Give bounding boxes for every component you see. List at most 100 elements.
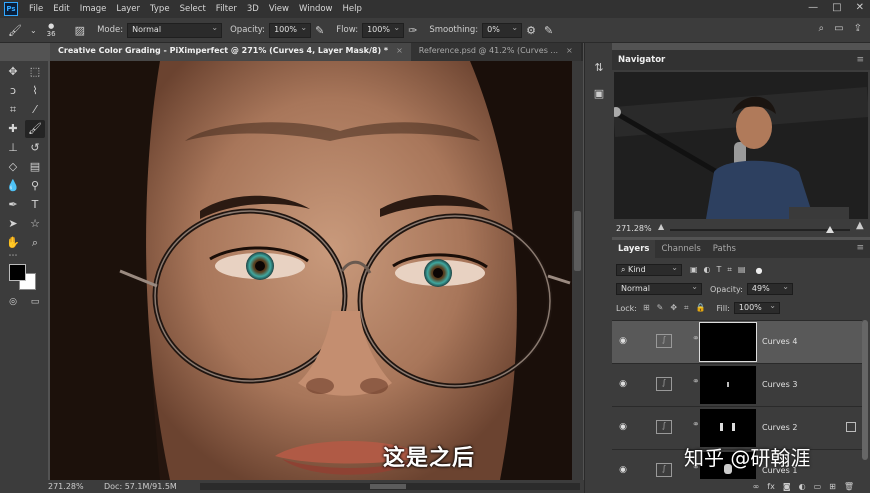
move-tool-icon[interactable]: ✥: [3, 63, 23, 81]
gear-icon[interactable]: ⚙: [526, 24, 536, 37]
more-tools-icon[interactable]: ⋯: [3, 247, 23, 265]
gradient-tool-icon[interactable]: ▤: [25, 158, 45, 176]
layer-fill-field[interactable]: 100%: [733, 301, 780, 314]
path-select-tool-icon[interactable]: ➤: [3, 215, 23, 233]
layer-style-icon[interactable]: fx: [767, 482, 775, 491]
eraser-tool-icon[interactable]: ◇: [3, 158, 23, 176]
layer-mask-thumbnail[interactable]: [699, 322, 757, 362]
navigator-title[interactable]: Navigator: [618, 55, 665, 65]
brush-tool-icon[interactable]: 🖌: [8, 24, 22, 37]
lock-icons[interactable]: ⊞✎✥⌗🔒: [643, 303, 713, 313]
document-canvas[interactable]: [50, 61, 572, 480]
scroll-thumb[interactable]: [574, 211, 581, 271]
layer-mask-thumbnail[interactable]: [700, 366, 756, 404]
opacity-field[interactable]: 100%: [269, 22, 312, 38]
add-mask-icon[interactable]: ◙: [783, 482, 791, 491]
visibility-eye-icon[interactable]: ◉: [617, 336, 629, 346]
link-chain-icon[interactable]: ⚭: [692, 334, 700, 344]
navigator-zoom-value[interactable]: 271.28%: [616, 224, 652, 233]
tab-creative-color-grading[interactable]: Creative Color Grading - PiXimperfect @ …: [50, 43, 411, 61]
horizontal-scrollbar[interactable]: [200, 483, 580, 490]
navigator-zoom-slider[interactable]: [670, 226, 850, 233]
history-brush-tool-icon[interactable]: ↺: [25, 139, 45, 157]
type-tool-icon[interactable]: T: [25, 196, 45, 214]
airbrush-icon[interactable]: ✑: [408, 24, 417, 37]
layer-name[interactable]: Curves 4: [762, 337, 797, 346]
zoom-out-icon[interactable]: ▲: [658, 222, 664, 231]
menu-help[interactable]: Help: [338, 4, 367, 14]
layer-row-curves-3[interactable]: ◉ ∫ ⚭ Curves 3: [612, 363, 862, 406]
eyedropper-tool-icon[interactable]: ⁄: [25, 101, 45, 119]
filter-toggle-icon[interactable]: ●: [756, 266, 763, 275]
menu-edit[interactable]: Edit: [48, 4, 74, 14]
blend-mode-select[interactable]: Normal: [616, 282, 702, 295]
new-layer-icon[interactable]: ⊞: [829, 482, 836, 491]
share-icon[interactable]: ⇪: [854, 23, 862, 34]
panel-menu-icon[interactable]: ≡: [856, 243, 864, 253]
clone-stamp-tool-icon[interactable]: ⊥: [3, 139, 23, 157]
tab-paths[interactable]: Paths: [707, 240, 742, 258]
close-window-button[interactable]: ✕: [856, 2, 864, 13]
layer-opacity-field[interactable]: 49%: [746, 282, 793, 295]
mode-select[interactable]: Normal: [127, 22, 223, 38]
quick-select-tool-icon[interactable]: ⌇: [25, 82, 45, 100]
quick-mask-icon[interactable]: ◎: [3, 293, 23, 311]
status-zoom-field[interactable]: 271.28%: [48, 482, 84, 491]
adjustment-layer-icon[interactable]: ◐: [799, 482, 806, 491]
visibility-eye-icon[interactable]: ◉: [617, 379, 629, 389]
tab-layers[interactable]: Layers: [612, 240, 656, 258]
menu-3d[interactable]: 3D: [242, 4, 264, 14]
menu-image[interactable]: Image: [75, 4, 112, 14]
trash-icon[interactable]: 🗑: [844, 482, 854, 491]
zoom-in-icon[interactable]: ▲: [856, 220, 864, 231]
link-chain-icon[interactable]: ⚭: [692, 377, 700, 387]
menu-window[interactable]: Window: [294, 4, 338, 14]
visibility-eye-icon[interactable]: ◉: [617, 465, 629, 475]
scroll-thumb[interactable]: [370, 484, 406, 489]
brush-preset-picker[interactable]: ● 36: [41, 18, 71, 43]
dodge-tool-icon[interactable]: ⚲: [25, 177, 45, 195]
filter-type-icons[interactable]: ▣◐T⌗▤: [690, 265, 752, 275]
menu-file[interactable]: File: [24, 4, 48, 14]
smoothing-field[interactable]: 0%: [482, 22, 523, 38]
link-chain-icon[interactable]: ⚭: [692, 420, 700, 430]
workspace-icon[interactable]: ▭: [834, 23, 843, 34]
brush-settings-icon[interactable]: ▨: [75, 24, 85, 37]
tab-channels[interactable]: Channels: [655, 240, 706, 258]
menu-view[interactable]: View: [264, 4, 294, 14]
history-panel-icon[interactable]: ⇅: [591, 61, 607, 75]
layer-name[interactable]: Curves 3: [762, 380, 797, 389]
visibility-eye-icon[interactable]: ◉: [617, 422, 629, 432]
chevron-down-icon[interactable]: ⌄: [30, 26, 37, 35]
menu-type[interactable]: Type: [145, 4, 175, 14]
pen-tool-icon[interactable]: ✒: [3, 196, 23, 214]
tab-reference[interactable]: Reference.psd @ 41.2% (Curves ... ×: [410, 43, 581, 61]
panel-menu-icon[interactable]: ≡: [856, 55, 864, 65]
menu-layer[interactable]: Layer: [111, 4, 145, 14]
tab-close-icon[interactable]: ×: [566, 46, 573, 55]
zoom-tool-icon[interactable]: ⌕: [25, 234, 45, 252]
search-icon[interactable]: ⌕: [819, 23, 825, 34]
menu-filter[interactable]: Filter: [211, 4, 242, 14]
link-layers-icon[interactable]: ∞: [753, 482, 760, 491]
new-group-icon[interactable]: ▭: [814, 482, 822, 491]
screen-mode-icon[interactable]: ▭: [25, 293, 45, 311]
menu-select[interactable]: Select: [175, 4, 211, 14]
foreground-color-swatch[interactable]: [9, 264, 26, 281]
blur-tool-icon[interactable]: 💧: [3, 177, 23, 195]
healing-brush-tool-icon[interactable]: ✚: [3, 120, 23, 138]
flow-field[interactable]: 100%: [362, 22, 405, 38]
slider-knob[interactable]: [826, 226, 834, 233]
vertical-scrollbar[interactable]: [572, 61, 583, 480]
navigator-thumbnail[interactable]: [614, 72, 868, 219]
pressure-opacity-icon[interactable]: ✎: [315, 24, 324, 37]
lasso-tool-icon[interactable]: ↄ: [3, 82, 23, 100]
layer-row-curves-4[interactable]: ◉ ∫ ⚭ Curves 4: [612, 320, 862, 363]
minimize-button[interactable]: —: [808, 2, 818, 13]
layer-name[interactable]: Curves 2: [762, 423, 797, 432]
tab-close-icon[interactable]: ×: [396, 46, 403, 55]
properties-panel-icon[interactable]: ▣: [591, 87, 607, 101]
crop-tool-icon[interactable]: ⌗: [3, 101, 23, 119]
maximize-button[interactable]: □: [832, 2, 841, 13]
filter-kind-select[interactable]: ⌕ Kind: [616, 263, 682, 276]
